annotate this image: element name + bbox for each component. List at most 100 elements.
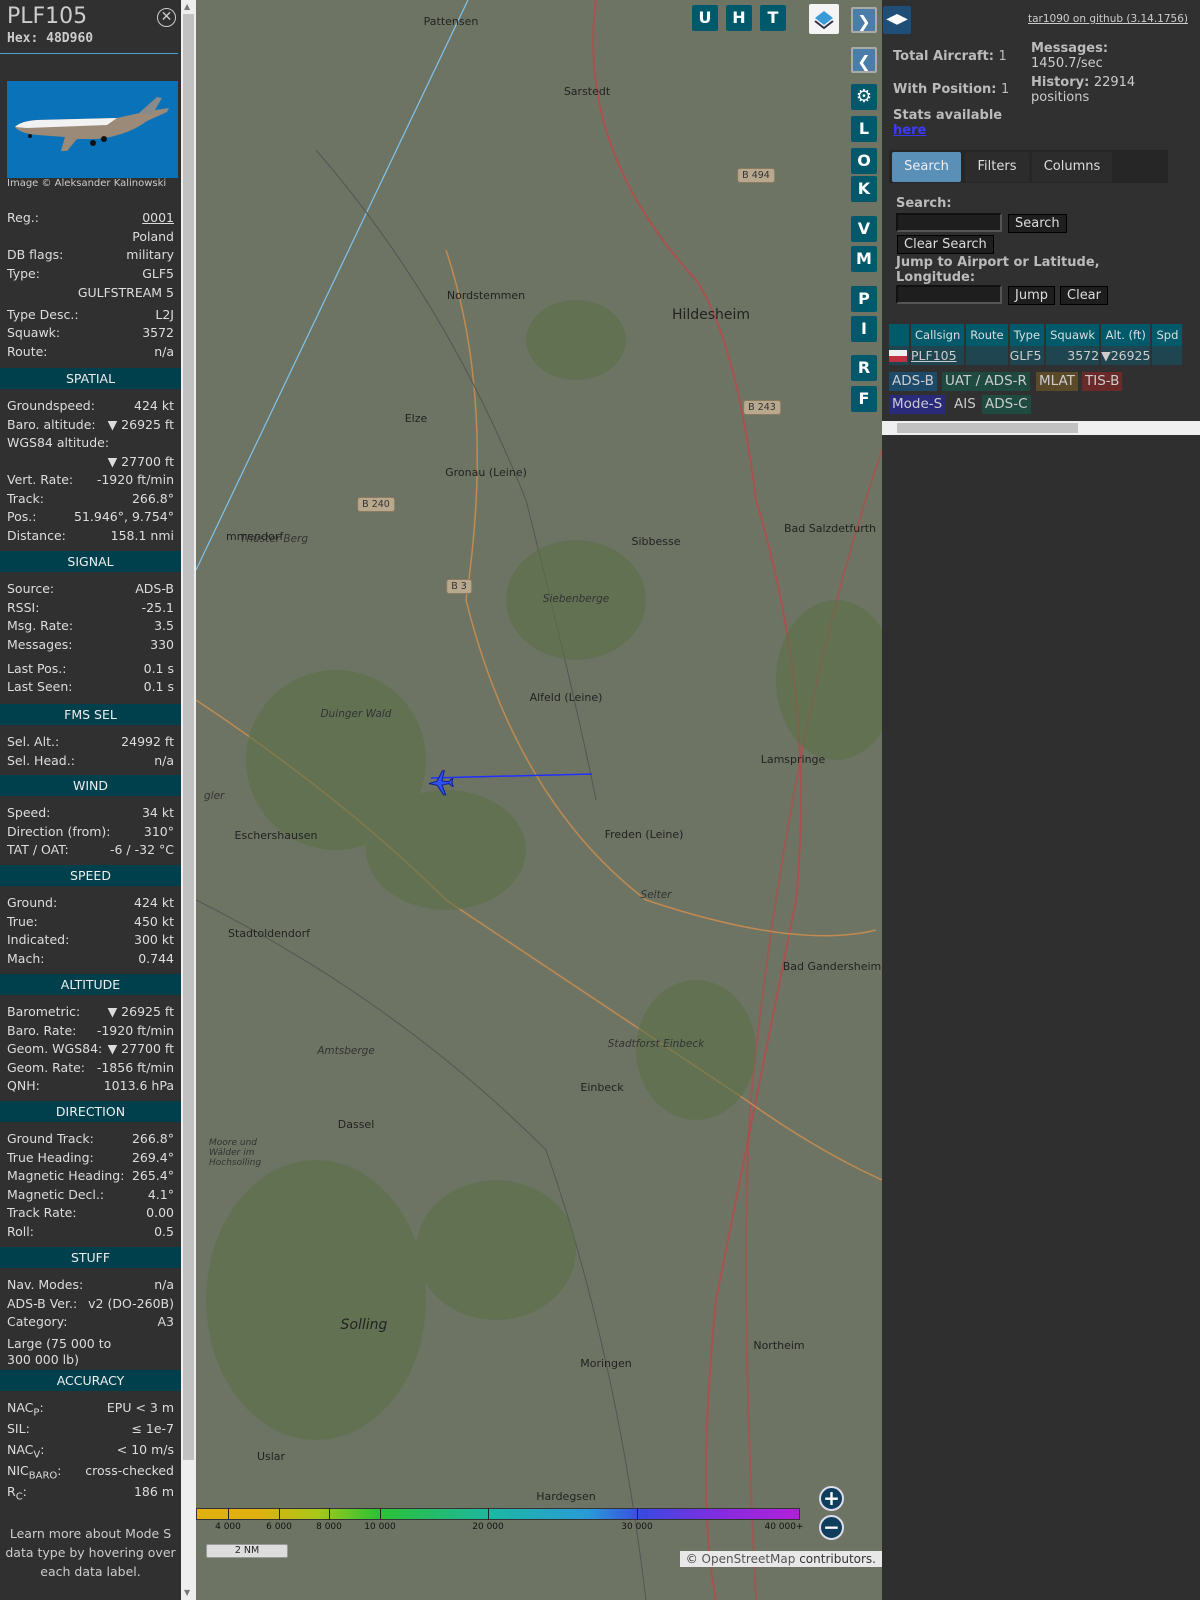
map-place-label: Solling (340, 1317, 388, 1333)
expand-right-icon[interactable]: ❯ (851, 7, 877, 33)
with-position-value: 1 (1001, 82, 1010, 97)
aircraft-photo[interactable] (7, 81, 178, 178)
map-place-label: Northeim (753, 1339, 805, 1352)
detail-label: NACV: (7, 1442, 45, 1461)
category-description: 300 000 lb) (7, 1351, 79, 1367)
info-value[interactable]: 0001 (142, 210, 174, 225)
detail-value: v2 (DO-260B) (88, 1295, 174, 1311)
detail-label: Distance: (7, 528, 66, 543)
detail-value: 158.1 nmi (110, 527, 174, 543)
map-button-l[interactable]: L (851, 116, 877, 142)
map[interactable]: Pattensen Sarstedt Nordstemmen Hildesheim El… (196, 0, 882, 1600)
detail-label-text: Last Pos.: (7, 660, 67, 676)
map-button-v[interactable]: V (851, 216, 877, 242)
detail-label: True: (7, 914, 38, 929)
detail-label: Geom. Rate: (7, 1060, 85, 1075)
detail-label-text: Magnetic Decl.: (7, 1186, 105, 1202)
info-value: GLF5 (142, 266, 174, 281)
collapse-left-icon[interactable]: ❮ (851, 47, 877, 73)
clear-button[interactable]: Clear (1060, 286, 1108, 305)
with-position-label: With Position: (893, 82, 997, 97)
detail-label-subscript: C (15, 1491, 23, 1503)
detail-label: Pos.: (7, 509, 36, 524)
settings-gear-icon[interactable]: ⚙ (851, 84, 877, 110)
map-place-label: Moringen (580, 1357, 632, 1370)
detail-label: Source: (7, 581, 54, 596)
column-header-spd[interactable]: Spd (1152, 324, 1183, 346)
osm-link[interactable]: OpenStreetMap (702, 1552, 796, 1566)
map-button-k[interactable]: K (851, 176, 877, 202)
detail-label-text: Baro. Rate: (7, 1022, 77, 1038)
column-header-altft[interactable]: Alt. (ft) (1101, 324, 1151, 346)
column-header-callsign[interactable]: Callsign (911, 324, 965, 346)
map-place-label: Gronau (Leine) (445, 466, 527, 479)
scroll-down-icon[interactable]: ▼ (184, 1588, 190, 1597)
map-button-i[interactable]: I (851, 316, 877, 342)
info-row: Poland (7, 229, 174, 244)
cell-callsign[interactable]: PLF105 (911, 346, 965, 365)
scale-bar: 2 NM (206, 1544, 288, 1558)
detail-label-text: Baro. altitude: (7, 416, 96, 432)
detail-label-text: QNH: (7, 1078, 40, 1093)
detail-value: 1013.6 hPa (103, 1078, 174, 1093)
map-place-label: Nordstemmen (446, 289, 526, 302)
search-button[interactable]: Search (1008, 214, 1067, 233)
map-button-t[interactable]: T (760, 5, 786, 31)
info-row: Squawk: 3572 (7, 325, 174, 340)
table-row[interactable]: PLF105 GLF5 3572 ▼26925 (889, 346, 1183, 365)
detail-label: RC: (7, 1484, 27, 1503)
detail-row: Nav. Modes: n/a (7, 1277, 174, 1292)
github-link[interactable]: tar1090 on github (3.14.1756) (1028, 13, 1188, 25)
scroll-up-icon[interactable]: ▲ (184, 2, 190, 11)
detail-row: Track: 266.8° (7, 491, 174, 506)
detail-label-text: Mach: (7, 950, 45, 966)
jump-button[interactable]: Jump (1008, 286, 1055, 305)
map-button-o[interactable]: O (851, 148, 877, 174)
map-button-p[interactable]: P (851, 286, 877, 312)
column-header-route[interactable]: Route (966, 324, 1008, 346)
messages-label: Messages: (1031, 41, 1109, 56)
stats-link[interactable]: here (893, 123, 926, 138)
map-button-h[interactable]: H (726, 5, 752, 31)
history-label: History: (1031, 75, 1090, 90)
history-value: 22914 (1093, 75, 1136, 90)
map-place-label: Lamspringe (760, 753, 826, 766)
copyright: © (685, 1552, 698, 1566)
legend-tick-label: 10 000 (364, 1522, 396, 1532)
detail-label-text: True: (7, 913, 38, 929)
tab-columns[interactable]: Columns (1032, 152, 1112, 182)
toggle-sidebar-icon[interactable]: ◀▶ (883, 6, 911, 34)
detail-value: 0.00 (146, 1205, 174, 1220)
table-horizontal-scrollbar[interactable] (882, 421, 1200, 435)
close-icon[interactable]: ✕ (157, 8, 176, 27)
zoom-in-button[interactable]: + (819, 1486, 844, 1511)
detail-label: Speed: (7, 805, 50, 820)
sidebar-scrollbar[interactable]: ▲ ▼ (181, 0, 196, 1600)
column-header-squawk[interactable]: Squawk (1046, 324, 1100, 346)
detail-row: Mach: 0.744 (7, 951, 174, 966)
road-label: B 243 (743, 400, 781, 415)
map-button-f[interactable]: F (851, 386, 877, 412)
detail-label-text: Direction (from): (7, 823, 111, 839)
detail-row: Barometric: ▼ 26925 ft (7, 1004, 174, 1019)
layers-icon[interactable] (809, 4, 839, 34)
map-button-r[interactable]: R (851, 355, 877, 381)
info-value: GULFSTREAM 5 (77, 285, 174, 300)
clear-search-button[interactable]: Clear Search (897, 235, 994, 254)
detail-value: ▼ 26925 ft (107, 416, 174, 432)
legend-tick-label: 6 000 (266, 1522, 292, 1532)
map-button-m[interactable]: M (851, 246, 877, 272)
tab-filters[interactable]: Filters (965, 152, 1029, 182)
zoom-out-button[interactable]: − (819, 1515, 844, 1540)
info-row: Reg.: 0001 (7, 210, 174, 225)
column-header-type[interactable]: Type (1009, 324, 1045, 346)
map-place-label: Eschershausen (234, 829, 318, 842)
detail-value: n/a (154, 1277, 174, 1292)
detail-label: Track: (7, 491, 44, 506)
scrollbar-thumb[interactable] (183, 14, 194, 1460)
search-input[interactable] (896, 213, 1002, 232)
tab-search[interactable]: Search (892, 152, 961, 182)
jump-input[interactable] (896, 285, 1002, 304)
map-button-u[interactable]: U (692, 5, 718, 31)
detail-label-text: SIL: (7, 1421, 30, 1436)
